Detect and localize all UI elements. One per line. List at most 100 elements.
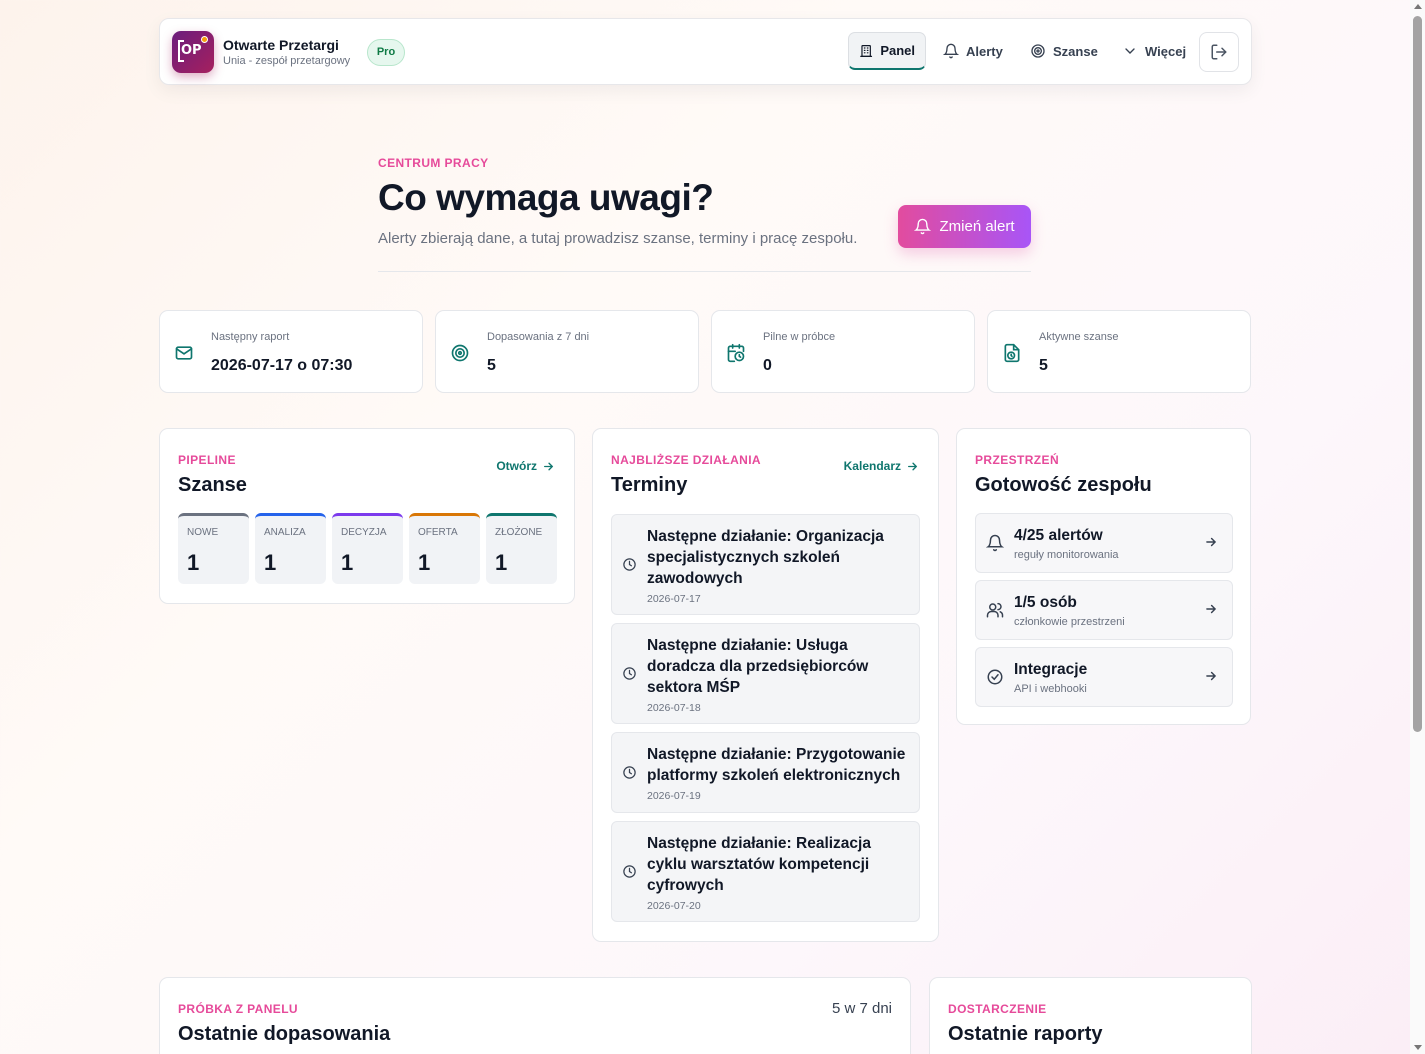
calendar-clock-icon xyxy=(727,343,745,363)
readiness-title: Integracje xyxy=(1014,661,1088,678)
nav-wiecej-label: Więcej xyxy=(1145,43,1187,59)
card-title: Gotowość zespołu xyxy=(975,474,1152,496)
page-subtitle: Alerty zbierają dane, a tutaj prowadzisz… xyxy=(378,230,858,247)
deadline-title: Następne działanie: Przygotowanie platfo… xyxy=(647,746,906,784)
deadline-item[interactable]: Następne działanie: Przygotowanie platfo… xyxy=(611,732,920,813)
top-navigation-bar: OP Otwarte Przetargi Unia - zespół przet… xyxy=(159,18,1252,85)
scrollbar-thumb[interactable] xyxy=(1413,16,1422,732)
stat-value: 5 xyxy=(487,357,496,374)
readiness-subtitle: API i webhooki xyxy=(1014,683,1087,695)
scroll-down-arrow[interactable] xyxy=(1414,1045,1422,1050)
arrow-right-icon xyxy=(908,462,918,470)
stage-count: 1 xyxy=(187,550,200,575)
stage-label: ANALIZA xyxy=(264,527,306,538)
scroll-up-arrow[interactable] xyxy=(1414,4,1422,9)
card-eyebrow: PRÓBKA Z PANELU xyxy=(178,1002,298,1016)
card-title: Szanse xyxy=(178,474,247,496)
target-icon xyxy=(1031,44,1045,58)
stage-count: 1 xyxy=(418,550,431,575)
check-circle-icon xyxy=(987,669,1003,685)
stat-active-opportunities: Aktywne szanse 5 xyxy=(987,310,1251,393)
card-eyebrow: PIPELINE xyxy=(178,453,236,467)
stat-label: Aktywne szanse xyxy=(1039,331,1119,343)
stage-count: 1 xyxy=(264,550,277,575)
nav-szanse[interactable]: Szanse xyxy=(1020,32,1108,70)
bell-icon xyxy=(914,218,932,235)
pipeline-card: PIPELINE Szanse Otwórz NOWE 1 ANALIZA 1 … xyxy=(159,428,575,604)
stat-value: 2026-07-17 o 07:30 xyxy=(211,357,353,374)
stat-label: Dopasowania z 7 dni xyxy=(487,331,590,343)
stat-value: 0 xyxy=(763,357,772,374)
logout-button[interactable] xyxy=(1199,32,1239,72)
users-icon xyxy=(986,602,1004,618)
stage-count: 1 xyxy=(495,550,508,575)
deadline-title: Następne działanie: Realizacja cyklu war… xyxy=(647,835,871,894)
arrow-right-icon xyxy=(1206,671,1217,681)
clock-icon xyxy=(623,558,636,571)
logo-dot xyxy=(201,36,208,43)
change-alert-label: Zmień alert xyxy=(939,218,1015,235)
card-title: Ostatnie dopasowania xyxy=(178,1023,391,1045)
workspace-name: Unia - zespół przetargowy xyxy=(223,55,351,67)
stage-label: NOWE xyxy=(187,527,219,538)
arrow-right-icon xyxy=(1206,604,1217,614)
mail-icon xyxy=(175,346,193,360)
readiness-title: 4/25 alertów xyxy=(1014,527,1103,544)
deadline-title: Następne działanie: Organizacja specjali… xyxy=(647,528,884,587)
plan-badge: Pro xyxy=(367,39,405,66)
stage-nowe[interactable]: NOWE 1 xyxy=(178,513,249,584)
hero-eyebrow: CENTRUM PRACY xyxy=(378,156,489,170)
stage-zlozone[interactable]: ZŁOŻONE 1 xyxy=(486,513,557,584)
matches-count: 5 w 7 dni xyxy=(831,1000,892,1017)
arrow-right-icon xyxy=(1206,537,1217,547)
deadline-title: Następne działanie: Usługa doradcza dla … xyxy=(647,637,869,696)
hero-divider xyxy=(378,271,1031,272)
stage-analiza[interactable]: ANALIZA 1 xyxy=(255,513,326,584)
nav-wiecej[interactable]: Więcej xyxy=(1112,32,1196,70)
page-scrollbar[interactable] xyxy=(1410,0,1425,1054)
bell-icon xyxy=(986,534,1004,552)
readiness-alerts[interactable]: 4/25 alertów reguły monitorowania xyxy=(975,513,1233,573)
calendar-link[interactable]: Kalendarz xyxy=(844,459,919,473)
stat-value: 5 xyxy=(1039,357,1048,374)
deadline-date: 2026-07-17 xyxy=(647,593,701,605)
open-pipeline-link[interactable]: Otwórz xyxy=(496,459,555,473)
workspace-card: PRZESTRZEŃ Gotowość zespołu 4/25 alertów… xyxy=(956,428,1251,725)
readiness-members[interactable]: 1/5 osób członkowie przestrzeni xyxy=(975,580,1233,640)
logout-icon xyxy=(1211,44,1227,60)
target-icon xyxy=(451,344,469,362)
deadline-item[interactable]: Następne działanie: Realizacja cyklu war… xyxy=(611,821,920,922)
recent-matches-card: PRÓBKA Z PANELU Ostatnie dopasowania 5 w… xyxy=(159,977,911,1054)
stage-decyzja[interactable]: DECYZJA 1 xyxy=(332,513,403,584)
nav-alerty[interactable]: Alerty xyxy=(933,32,1013,70)
brand-title: Otwarte Przetargi xyxy=(223,37,339,53)
app-logo[interactable]: OP xyxy=(172,31,214,73)
card-eyebrow: NAJBLIŻSZE DZIAŁANIA xyxy=(611,453,761,467)
stage-label: ZŁOŻONE xyxy=(495,527,543,538)
building-icon xyxy=(860,44,873,57)
stage-oferta[interactable]: OFERTA 1 xyxy=(409,513,480,584)
readiness-title: 1/5 osób xyxy=(1014,594,1077,611)
card-eyebrow: DOSTARCZENIE xyxy=(948,1002,1047,1016)
arrow-right-icon xyxy=(544,462,554,470)
clock-icon xyxy=(623,865,636,878)
change-alert-button[interactable]: Zmień alert xyxy=(898,205,1031,248)
readiness-subtitle: reguły monitorowania xyxy=(1014,549,1119,561)
stat-matches: Dopasowania z 7 dni 5 xyxy=(435,310,699,393)
page-title: Co wymaga uwagi? xyxy=(378,177,714,218)
deadline-item[interactable]: Następne działanie: Usługa doradcza dla … xyxy=(611,623,920,724)
deadline-item[interactable]: Następne działanie: Organizacja specjali… xyxy=(611,514,920,615)
open-link-label: Otwórz xyxy=(496,459,537,473)
clock-icon xyxy=(623,667,636,680)
readiness-integrations[interactable]: Integracje API i webhooki xyxy=(975,647,1233,707)
deadline-date: 2026-07-19 xyxy=(647,790,701,802)
stage-count: 1 xyxy=(341,550,354,575)
deadline-date: 2026-07-20 xyxy=(647,900,701,912)
readiness-subtitle: członkowie przestrzeni xyxy=(1014,616,1125,628)
stat-urgent: Pilne w próbce 0 xyxy=(711,310,975,393)
clock-icon xyxy=(623,766,636,779)
logo-text: OP xyxy=(181,43,202,58)
nav-szanse-label: Szanse xyxy=(1053,43,1098,59)
card-title: Terminy xyxy=(611,474,688,496)
nav-panel[interactable]: Panel xyxy=(848,32,926,70)
